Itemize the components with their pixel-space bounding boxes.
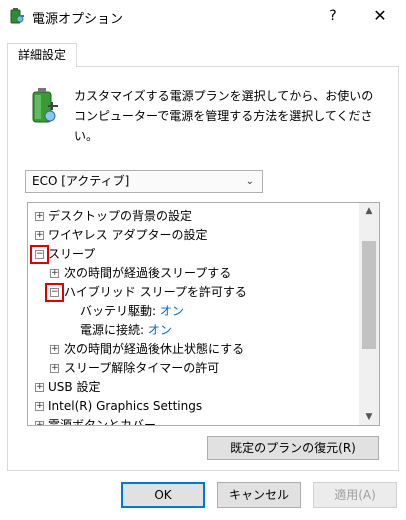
- window-title: 電源オプション: [32, 12, 124, 27]
- tree-item-label: USB 設定: [48, 380, 101, 394]
- tree-scrollbar[interactable]: ▲ ▼: [359, 203, 379, 425]
- tree-item-label: 次の時間が経過後スリープする: [64, 266, 232, 280]
- tree-setting-plugged-in[interactable]: 電源に接続: オン: [80, 321, 172, 340]
- tree-setting-battery[interactable]: バッテリ駆動: オン: [80, 302, 184, 321]
- setting-value[interactable]: オン: [160, 304, 184, 318]
- restore-defaults-button[interactable]: 既定のプランの復元(R): [207, 436, 379, 460]
- expand-icon[interactable]: +: [50, 345, 59, 354]
- expand-icon[interactable]: +: [35, 402, 44, 411]
- description-text: カスタマイズする電源プランを選択してから、お使いのコンピューターで電源を管理する…: [74, 89, 374, 143]
- highlight-box: [45, 283, 64, 302]
- expand-icon[interactable]: +: [35, 231, 44, 240]
- tree-item-label: Intel(R) Graphics Settings: [48, 399, 203, 413]
- scroll-down-icon[interactable]: ▼: [359, 409, 379, 425]
- expand-icon[interactable]: +: [35, 212, 44, 221]
- expand-icon[interactable]: +: [50, 364, 59, 373]
- power-options-icon: [8, 7, 26, 25]
- power-plan-value: ECO [アクティブ]: [32, 174, 130, 188]
- expand-icon[interactable]: +: [35, 383, 44, 392]
- cancel-button[interactable]: キャンセル: [217, 482, 301, 508]
- tree-item-label: スリープ解除タイマーの許可: [64, 361, 220, 375]
- power-plan-select[interactable]: ECO [アクティブ] ⌄: [25, 170, 263, 193]
- tree-item-label: 次の時間が経過後休止状態にする: [64, 342, 245, 356]
- setting-label: 電源に接続:: [80, 323, 145, 337]
- scroll-thumb[interactable]: [362, 241, 376, 349]
- setting-value[interactable]: オン: [148, 323, 172, 337]
- ok-button[interactable]: OK: [121, 482, 205, 508]
- tab-advanced-settings[interactable]: 詳細設定: [7, 43, 77, 67]
- settings-tree[interactable]: + デスクトップの背景の設定 + ワイヤレス アダプターの設定 − スリープ +…: [27, 202, 380, 426]
- tree-item-label: デスクトップの背景の設定: [48, 209, 193, 223]
- tree-item-label: ハイブリッド スリープを許可する: [64, 285, 247, 299]
- expand-icon[interactable]: +: [50, 269, 59, 278]
- apply-button[interactable]: 適用(A): [313, 482, 397, 508]
- tree-item-label: ワイヤレス アダプターの設定: [48, 228, 208, 242]
- help-button[interactable]: ?: [318, 0, 348, 32]
- tree-item-label: スリープ: [48, 247, 96, 261]
- setting-label: バッテリ駆動:: [80, 304, 157, 318]
- close-button[interactable]: ✕: [362, 0, 398, 32]
- tree-item-label: 電源ボタンとカバー: [48, 418, 157, 426]
- chevron-down-icon: ⌄: [245, 176, 254, 187]
- highlight-box: [30, 245, 49, 264]
- scroll-up-icon[interactable]: ▲: [359, 203, 379, 219]
- expand-icon[interactable]: +: [35, 421, 44, 425]
- title-bar: 電源オプション ? ✕: [0, 0, 406, 32]
- battery-plug-icon: [28, 86, 60, 126]
